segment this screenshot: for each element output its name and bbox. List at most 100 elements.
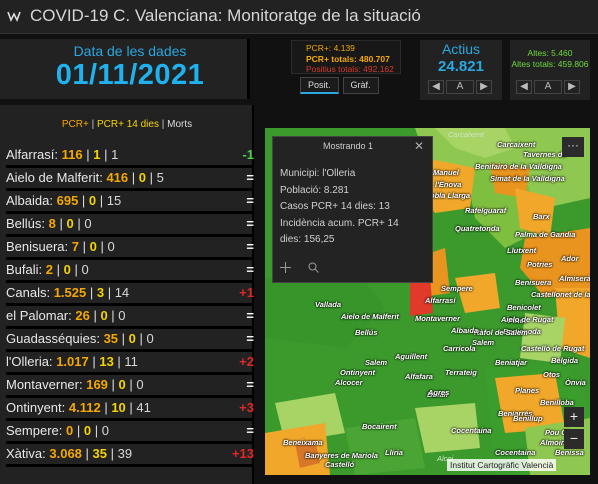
map-place-label: Aielo de Rugat (501, 315, 554, 324)
municipality-name: Guadasséquies: (6, 331, 100, 346)
list-item[interactable]: Montaverner: 169 | 0 | 0 = (6, 375, 254, 398)
map-place-label: Aguillent (395, 352, 428, 361)
list-item[interactable]: Ontinyent: 4.112 | 10 | 41 +3 (6, 398, 254, 421)
morts-value: 0 (146, 331, 154, 346)
map-place-label: Palma de Gandia (515, 230, 576, 239)
delta-value: = (246, 423, 254, 438)
altes-today: Altes: 5.460 (527, 48, 573, 58)
list-item[interactable]: Sempere: 0 | 0 | 0 = (6, 421, 254, 444)
zoom-out-button[interactable]: − (564, 429, 584, 449)
pcr-value: 3.068 (49, 446, 82, 461)
municipality-list-panel: PCR+ | PCR+ 14 dies | Morts Alfarrasí: 1… (0, 105, 254, 484)
municipality-name: Canals: (6, 285, 51, 300)
list-item[interactable]: Aielo de Malferit: 416 | 0 | 5 = (6, 168, 254, 191)
municipality-name: Ontinyent: (6, 400, 66, 415)
morts-value: 39 (117, 446, 133, 461)
pcr-today: PCR+: 4.139 (306, 43, 355, 53)
actius-prev-button[interactable]: ◀ (428, 80, 444, 94)
map-more-button[interactable]: ··· (562, 137, 584, 157)
pcr-14-dies-value: 13 (99, 354, 114, 369)
municipality-name: Montaverner: (6, 377, 83, 392)
zoom-in-button[interactable]: + (564, 407, 584, 427)
list-item[interactable]: Alfarrasí: 116 | 1 | 1 -1 (6, 145, 254, 168)
map-place-label: Ràfol de Salem (474, 328, 528, 337)
tab-graf[interactable]: Gràf. (342, 77, 379, 94)
morts-value: 15 (106, 193, 122, 208)
pcr-14-dies-value: 3 (96, 285, 105, 300)
list-item[interactable]: Xàtiva: 3.068 | 35 | 39 +13 (6, 444, 254, 467)
app-logo-icon (7, 11, 21, 22)
popup-close-icon[interactable]: ✕ (414, 139, 424, 153)
delta-value: = (246, 308, 254, 323)
list-header: PCR+ | PCR+ 14 dies | Morts (61, 119, 193, 130)
municipality-name: Bellús: (6, 216, 46, 231)
map-place-label: Benicolet (507, 303, 541, 312)
map-attribution: Institut Cartogràfic Valencià (447, 459, 557, 471)
popup-casos: Casos PCR+ 14 dies: 13 (280, 201, 390, 213)
popup-incidencia-label: Incidència acum. PCR+ 14 (280, 217, 399, 229)
map-place-label: Manuel (433, 168, 459, 177)
map-place-label: Rafelguaraf (465, 206, 507, 215)
pcr-14-dies-value: 0 (138, 170, 146, 185)
date-label: Data de les dades (73, 43, 187, 59)
municipality-name: el Palomar: (6, 308, 72, 323)
map-place-label: Tavernes de (523, 150, 567, 159)
popup-incidencia-value: dies: 156,25 (280, 234, 335, 246)
map-place-label: Sempere (441, 284, 473, 293)
list-item[interactable]: Benisuera: 7 | 0 | 0 = (6, 237, 254, 260)
popup-municipi: Municipi: l'Olleria (280, 168, 356, 179)
actius-panel: Actius 24.821 ◀ A ▶ (420, 40, 502, 100)
altes-prev-button[interactable]: ◀ (516, 80, 532, 94)
list-item[interactable]: Albaida: 695 | 0 | 15 = (6, 191, 254, 214)
map-place-label: Salem (472, 338, 495, 347)
list-item[interactable]: Canals: 1.525 | 3 | 14 +1 (6, 283, 254, 306)
list-item[interactable]: Bufali: 2 | 0 | 0 = (6, 260, 254, 283)
zoom-to-icon[interactable] (308, 262, 319, 273)
altes-mode-button[interactable]: A (534, 80, 562, 94)
pcr-value: 416 (106, 170, 129, 185)
app-header: COVID-19 C. Valenciana: Monitoratge de l… (0, 0, 598, 34)
delta-value: +2 (239, 354, 254, 369)
list-item[interactable]: Guadasséquies: 35 | 0 | 0 = (6, 329, 254, 352)
map-place-label: Llutxent (507, 246, 537, 255)
popup-poblacio: Població: 8.281 (280, 184, 349, 196)
map-place-label: Otos (543, 370, 561, 379)
pcr-14-dies-value: 35 (92, 446, 107, 461)
app-title: COVID-19 C. Valenciana: Monitoratge de l… (30, 6, 421, 25)
delta-value: = (246, 216, 254, 231)
municipality-name: Sempere: (6, 423, 63, 438)
delta-value: = (246, 193, 254, 208)
map-place-label: Alfarrasí (425, 296, 456, 305)
map-place-label: Aielo de Malferit (341, 312, 399, 321)
list-item[interactable]: l'Olleria: 1.017 | 13 | 11 +2 (6, 352, 254, 375)
actius-next-button[interactable]: ▶ (476, 80, 492, 94)
municipality-name: Benisuera: (6, 239, 69, 254)
view-tabs: Posit. Gràf. (300, 77, 379, 94)
actius-mode-button[interactable]: A (446, 80, 474, 94)
pcr-value: 1.525 (53, 285, 87, 300)
map-place-label: Albaida (451, 326, 479, 335)
map-place-label: Cocentaina (451, 426, 492, 435)
delta-value: = (246, 262, 254, 277)
tab-posit[interactable]: Posit. (300, 77, 339, 94)
map-place-label: Benifairó de la Valldigna (475, 162, 562, 171)
map-place-label: Beniatjar (495, 358, 528, 367)
list-item[interactable]: Bellús: 8 | 0 | 0 = (6, 214, 254, 237)
delta-value: = (246, 239, 254, 254)
date-panel: Data de les dades 01/11/2021 (0, 39, 250, 99)
morts-value: 14 (114, 285, 130, 300)
list-item[interactable]: el Palomar: 26 | 0 | 0 = (6, 306, 254, 329)
municipality-name: Aielo de Malferit: (6, 170, 103, 185)
map-place-label: Benilloba (540, 398, 574, 407)
map-place-label: l'Ènova (435, 180, 462, 189)
map-place-label: Quatretonda (455, 224, 500, 233)
pcr-14-dies-value: 0 (118, 377, 126, 392)
map-place-label: Carrícola (443, 344, 476, 353)
map-place-label: Llíria (385, 448, 403, 457)
pan-to-icon[interactable] (280, 262, 291, 273)
altes-next-button[interactable]: ▶ (564, 80, 580, 94)
map-place-label: Beneixama (283, 438, 323, 447)
morts-value: 1 (111, 147, 119, 162)
map-place-label: Benissa (555, 448, 584, 457)
pcr-14-dies-value: 0 (128, 331, 136, 346)
